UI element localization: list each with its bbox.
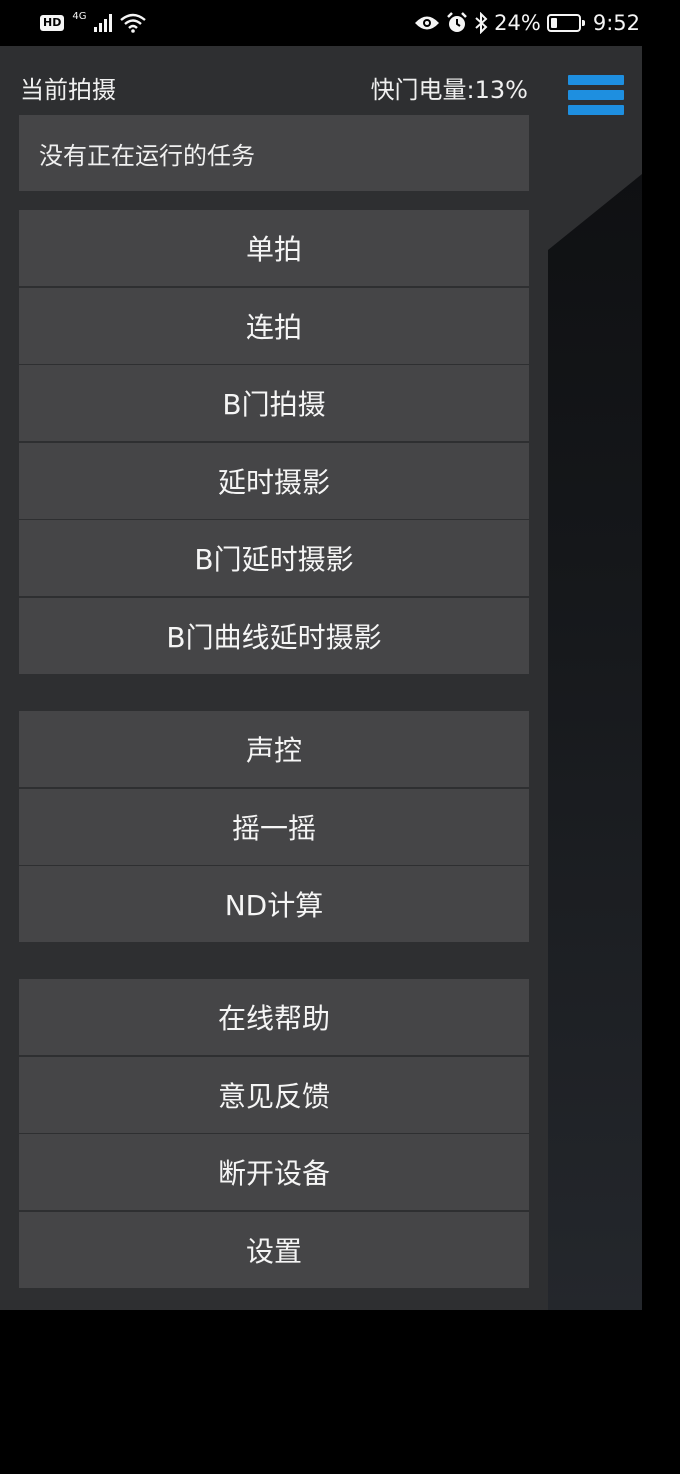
bulb-ramping-timelapse-button[interactable]: B门曲线延时摄影 — [19, 597, 529, 674]
status-bar: HD 4G 24% 9:52 — [0, 0, 680, 46]
task-status: 没有正在运行的任务 — [19, 115, 529, 191]
status-bar-right: 24% 9:52 — [414, 10, 640, 36]
sound-control-button[interactable]: 声控 — [19, 711, 529, 787]
clock: 9:52 — [592, 11, 640, 35]
network-type: 4G — [72, 11, 87, 22]
hamburger-icon-bar — [568, 105, 624, 115]
tools-group: 声控 摇一摇 ND计算 — [19, 711, 529, 942]
bulb-timelapse-button[interactable]: B门延时摄影 — [19, 520, 529, 596]
bluetooth-icon — [475, 12, 488, 34]
app-screen: HD 4G 24% 9:52 当前拍摄 快门电量:13% 没有正在运行的任务 单… — [0, 0, 680, 1474]
hamburger-icon-bar — [568, 90, 624, 100]
battery-percent: 24% — [494, 11, 541, 35]
disconnect-device-button[interactable]: 断开设备 — [19, 1134, 529, 1210]
shake-button[interactable]: 摇一摇 — [19, 788, 529, 865]
hamburger-icon-bar — [568, 75, 624, 85]
support-group: 在线帮助 意见反馈 断开设备 设置 — [19, 979, 529, 1288]
battery-icon — [546, 14, 585, 32]
timelapse-button[interactable]: 延时摄影 — [19, 442, 529, 519]
nd-calculator-button[interactable]: ND计算 — [19, 866, 529, 942]
online-help-button[interactable]: 在线帮助 — [19, 979, 529, 1055]
hd-badge: HD — [40, 15, 65, 31]
signal-icon — [94, 14, 113, 32]
continuous-shot-button[interactable]: 连拍 — [19, 287, 529, 364]
eye-icon — [415, 16, 440, 30]
single-shot-button[interactable]: 单拍 — [19, 210, 529, 286]
feedback-button[interactable]: 意见反馈 — [19, 1056, 529, 1133]
current-mode-label: 当前拍摄 — [20, 76, 116, 104]
shutter-battery: 快门电量:13% — [370, 76, 528, 104]
status-bar-left: HD 4G — [40, 10, 147, 36]
wifi-icon — [120, 13, 147, 33]
alarm-icon — [447, 12, 468, 32]
task-status-text: 没有正在运行的任务 — [39, 141, 255, 170]
menu-button[interactable] — [568, 75, 624, 115]
shooting-modes-group: 单拍 连拍 B门拍摄 延时摄影 B门延时摄影 B门曲线延时摄影 — [19, 210, 529, 674]
settings-button[interactable]: 设置 — [19, 1211, 529, 1288]
bulb-shot-button[interactable]: B门拍摄 — [19, 365, 529, 441]
battery-fill — [550, 18, 557, 28]
